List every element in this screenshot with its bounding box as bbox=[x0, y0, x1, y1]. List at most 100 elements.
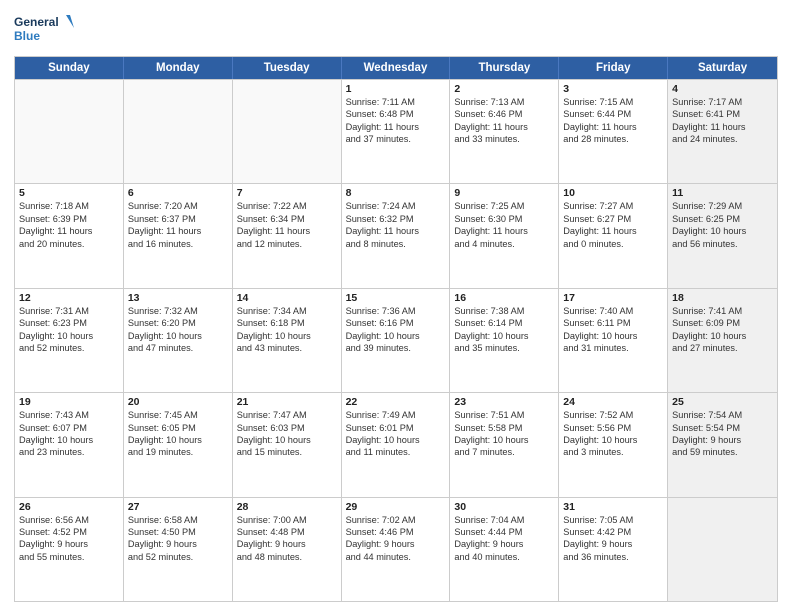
day-number: 4 bbox=[672, 83, 773, 95]
empty-cell bbox=[15, 80, 124, 183]
day-number: 15 bbox=[346, 292, 446, 304]
cell-line-1: Sunset: 6:37 PM bbox=[128, 213, 228, 225]
cell-line-1: Sunset: 6:34 PM bbox=[237, 213, 337, 225]
cell-line-3: and 12 minutes. bbox=[237, 238, 337, 250]
cell-line-2: Daylight: 10 hours bbox=[346, 434, 446, 446]
cell-line-2: Daylight: 11 hours bbox=[454, 121, 554, 133]
day-cell-7: 7Sunrise: 7:22 AMSunset: 6:34 PMDaylight… bbox=[233, 184, 342, 287]
cell-line-2: Daylight: 10 hours bbox=[128, 330, 228, 342]
cell-line-2: Daylight: 11 hours bbox=[672, 121, 773, 133]
day-number: 2 bbox=[454, 83, 554, 95]
cell-line-1: Sunset: 6:44 PM bbox=[563, 108, 663, 120]
calendar-header: SundayMondayTuesdayWednesdayThursdayFrid… bbox=[15, 57, 777, 79]
day-cell-1: 1Sunrise: 7:11 AMSunset: 6:48 PMDaylight… bbox=[342, 80, 451, 183]
day-cell-14: 14Sunrise: 7:34 AMSunset: 6:18 PMDayligh… bbox=[233, 289, 342, 392]
logo-svg: General Blue bbox=[14, 10, 74, 50]
day-number: 23 bbox=[454, 396, 554, 408]
day-number: 3 bbox=[563, 83, 663, 95]
day-number: 5 bbox=[19, 187, 119, 199]
cell-line-0: Sunrise: 7:52 AM bbox=[563, 409, 663, 421]
cell-line-3: and 35 minutes. bbox=[454, 342, 554, 354]
cell-line-3: and 3 minutes. bbox=[563, 446, 663, 458]
cell-line-2: Daylight: 11 hours bbox=[346, 121, 446, 133]
cell-line-2: Daylight: 10 hours bbox=[237, 330, 337, 342]
cell-line-0: Sunrise: 7:47 AM bbox=[237, 409, 337, 421]
day-cell-19: 19Sunrise: 7:43 AMSunset: 6:07 PMDayligh… bbox=[15, 393, 124, 496]
header-day-friday: Friday bbox=[559, 57, 668, 79]
cell-line-2: Daylight: 10 hours bbox=[563, 434, 663, 446]
day-cell-22: 22Sunrise: 7:49 AMSunset: 6:01 PMDayligh… bbox=[342, 393, 451, 496]
day-cell-2: 2Sunrise: 7:13 AMSunset: 6:46 PMDaylight… bbox=[450, 80, 559, 183]
cell-line-1: Sunset: 6:20 PM bbox=[128, 317, 228, 329]
day-cell-15: 15Sunrise: 7:36 AMSunset: 6:16 PMDayligh… bbox=[342, 289, 451, 392]
cell-line-1: Sunset: 4:46 PM bbox=[346, 526, 446, 538]
week-row-5: 26Sunrise: 6:56 AMSunset: 4:52 PMDayligh… bbox=[15, 497, 777, 601]
header-day-wednesday: Wednesday bbox=[342, 57, 451, 79]
cell-line-0: Sunrise: 7:11 AM bbox=[346, 96, 446, 108]
cell-line-2: Daylight: 9 hours bbox=[128, 538, 228, 550]
day-cell-23: 23Sunrise: 7:51 AMSunset: 5:58 PMDayligh… bbox=[450, 393, 559, 496]
cell-line-1: Sunset: 6:09 PM bbox=[672, 317, 773, 329]
cell-line-1: Sunset: 6:07 PM bbox=[19, 422, 119, 434]
cell-line-3: and 43 minutes. bbox=[237, 342, 337, 354]
day-number: 18 bbox=[672, 292, 773, 304]
cell-line-0: Sunrise: 6:58 AM bbox=[128, 514, 228, 526]
cell-line-3: and 11 minutes. bbox=[346, 446, 446, 458]
cell-line-0: Sunrise: 7:54 AM bbox=[672, 409, 773, 421]
day-cell-30: 30Sunrise: 7:04 AMSunset: 4:44 PMDayligh… bbox=[450, 498, 559, 601]
day-cell-17: 17Sunrise: 7:40 AMSunset: 6:11 PMDayligh… bbox=[559, 289, 668, 392]
cell-line-1: Sunset: 6:01 PM bbox=[346, 422, 446, 434]
cell-line-0: Sunrise: 7:36 AM bbox=[346, 305, 446, 317]
empty-cell bbox=[124, 80, 233, 183]
cell-line-0: Sunrise: 7:51 AM bbox=[454, 409, 554, 421]
day-number: 10 bbox=[563, 187, 663, 199]
day-number: 16 bbox=[454, 292, 554, 304]
cell-line-0: Sunrise: 7:25 AM bbox=[454, 200, 554, 212]
header-day-monday: Monday bbox=[124, 57, 233, 79]
cell-line-3: and 0 minutes. bbox=[563, 238, 663, 250]
day-cell-29: 29Sunrise: 7:02 AMSunset: 4:46 PMDayligh… bbox=[342, 498, 451, 601]
day-number: 14 bbox=[237, 292, 337, 304]
header-day-thursday: Thursday bbox=[450, 57, 559, 79]
cell-line-3: and 37 minutes. bbox=[346, 133, 446, 145]
cell-line-3: and 44 minutes. bbox=[346, 551, 446, 563]
cell-line-0: Sunrise: 7:22 AM bbox=[237, 200, 337, 212]
day-cell-8: 8Sunrise: 7:24 AMSunset: 6:32 PMDaylight… bbox=[342, 184, 451, 287]
cell-line-1: Sunset: 6:03 PM bbox=[237, 422, 337, 434]
svg-text:Blue: Blue bbox=[14, 29, 40, 43]
header-day-sunday: Sunday bbox=[15, 57, 124, 79]
cell-line-2: Daylight: 9 hours bbox=[563, 538, 663, 550]
day-number: 7 bbox=[237, 187, 337, 199]
cell-line-1: Sunset: 6:41 PM bbox=[672, 108, 773, 120]
cell-line-1: Sunset: 4:48 PM bbox=[237, 526, 337, 538]
cell-line-1: Sunset: 4:44 PM bbox=[454, 526, 554, 538]
week-row-4: 19Sunrise: 7:43 AMSunset: 6:07 PMDayligh… bbox=[15, 392, 777, 496]
cell-line-0: Sunrise: 7:27 AM bbox=[563, 200, 663, 212]
cell-line-1: Sunset: 6:23 PM bbox=[19, 317, 119, 329]
day-number: 6 bbox=[128, 187, 228, 199]
cell-line-2: Daylight: 11 hours bbox=[237, 225, 337, 237]
cell-line-3: and 28 minutes. bbox=[563, 133, 663, 145]
cell-line-3: and 8 minutes. bbox=[346, 238, 446, 250]
day-cell-11: 11Sunrise: 7:29 AMSunset: 6:25 PMDayligh… bbox=[668, 184, 777, 287]
cell-line-2: Daylight: 10 hours bbox=[454, 330, 554, 342]
cell-line-0: Sunrise: 7:34 AM bbox=[237, 305, 337, 317]
cell-line-0: Sunrise: 7:15 AM bbox=[563, 96, 663, 108]
cell-line-3: and 33 minutes. bbox=[454, 133, 554, 145]
day-number: 17 bbox=[563, 292, 663, 304]
cell-line-3: and 23 minutes. bbox=[19, 446, 119, 458]
cell-line-3: and 52 minutes. bbox=[128, 551, 228, 563]
logo: General Blue bbox=[14, 10, 74, 50]
cell-line-0: Sunrise: 7:02 AM bbox=[346, 514, 446, 526]
day-cell-12: 12Sunrise: 7:31 AMSunset: 6:23 PMDayligh… bbox=[15, 289, 124, 392]
day-number: 30 bbox=[454, 501, 554, 513]
cell-line-2: Daylight: 10 hours bbox=[19, 434, 119, 446]
cell-line-2: Daylight: 9 hours bbox=[237, 538, 337, 550]
day-cell-31: 31Sunrise: 7:05 AMSunset: 4:42 PMDayligh… bbox=[559, 498, 668, 601]
calendar-body: 1Sunrise: 7:11 AMSunset: 6:48 PMDaylight… bbox=[15, 79, 777, 601]
cell-line-0: Sunrise: 7:20 AM bbox=[128, 200, 228, 212]
cell-line-0: Sunrise: 7:45 AM bbox=[128, 409, 228, 421]
cell-line-3: and 56 minutes. bbox=[672, 238, 773, 250]
cell-line-0: Sunrise: 7:18 AM bbox=[19, 200, 119, 212]
cell-line-0: Sunrise: 7:38 AM bbox=[454, 305, 554, 317]
